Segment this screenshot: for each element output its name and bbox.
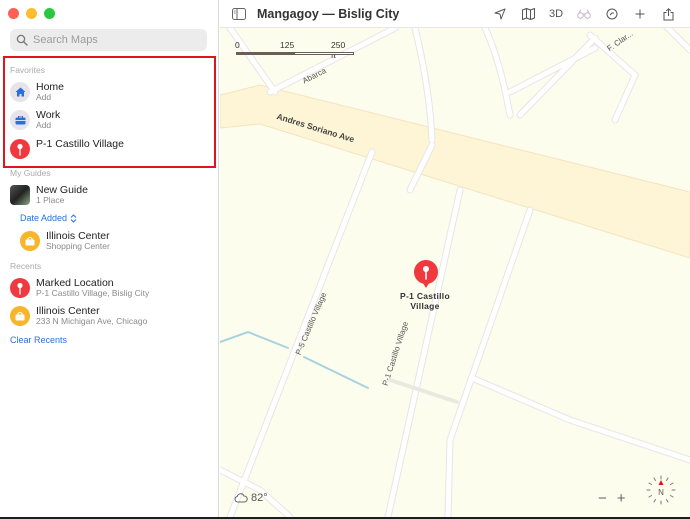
- search-icon: [16, 34, 28, 46]
- guide-thumbnail: [10, 185, 30, 205]
- weather-indicator: 82°: [234, 492, 268, 504]
- favorite-title: P-1 Castillo Village: [36, 138, 124, 150]
- minimize-button[interactable]: [26, 8, 37, 19]
- my-guides-label: My Guides: [10, 168, 51, 178]
- favorite-item-work[interactable]: Work Add: [10, 109, 60, 131]
- scale-label-250: 250 ft: [331, 40, 346, 60]
- map-toolbar: Mangagoy — Bislig City 3D: [220, 0, 690, 28]
- map-icon: [521, 8, 535, 20]
- zoom-button[interactable]: [44, 8, 55, 19]
- location-arrow-icon: [494, 8, 506, 20]
- 3d-label: 3D: [548, 8, 564, 20]
- favorite-subtitle: Add: [36, 92, 52, 103]
- map-canvas[interactable]: Abarca Andres Soriano Ave P-5 Castillo V…: [220, 0, 690, 517]
- guide-item-new-guide[interactable]: New Guide 1 Place: [10, 184, 88, 206]
- toolbar-tools: 3D: [486, 0, 682, 28]
- binoculars-icon: [577, 9, 591, 19]
- weather-temperature: 82°: [251, 492, 268, 504]
- sidebar: Favorites Home Add Work Add: [0, 0, 219, 517]
- sidebar-toggle-button[interactable]: [232, 7, 246, 20]
- shopping-bag-icon: [20, 231, 40, 251]
- shopping-bag-icon: [10, 306, 30, 326]
- search-input[interactable]: [33, 34, 203, 46]
- recent-subtitle: 233 N Michigan Ave, Chicago: [36, 316, 148, 327]
- guide-place-illinois-center[interactable]: Illinois Center Shopping Center: [20, 230, 110, 252]
- scale-bar: [236, 52, 354, 55]
- sort-date-added-button[interactable]: Date Added: [20, 213, 77, 223]
- guide-subtitle: 1 Place: [36, 195, 65, 206]
- share-button[interactable]: [654, 4, 682, 24]
- pin-icon: [10, 278, 30, 298]
- map-roads: [220, 16, 690, 517]
- chevron-up-down-icon: [70, 213, 77, 223]
- window-title: Mangagoy — Bislig City: [257, 6, 400, 21]
- clock-icon: [606, 8, 618, 20]
- close-button[interactable]: [8, 8, 19, 19]
- pin-label-line2: Village: [410, 300, 440, 311]
- pin-label: P-1 Castillo Village: [388, 291, 462, 312]
- cloud-icon: [234, 493, 248, 503]
- compass-north-label: N: [658, 488, 664, 497]
- clear-recents-button[interactable]: Clear Recents: [10, 335, 67, 345]
- plus-icon: [635, 9, 645, 19]
- recent-subtitle: P-1 Castillo Village, Bislig City: [36, 288, 150, 299]
- favorite-item-p1-castillo[interactable]: P-1 Castillo Village: [10, 138, 124, 159]
- current-location-button[interactable]: [486, 4, 514, 24]
- look-around-button[interactable]: [570, 4, 598, 24]
- place-subtitle: Shopping Center: [46, 241, 110, 252]
- briefcase-icon: [10, 110, 30, 130]
- share-icon: [663, 7, 673, 20]
- 3d-button[interactable]: 3D: [542, 4, 570, 24]
- window-controls: [8, 8, 55, 19]
- scale-label-125: 125: [280, 40, 295, 50]
- map-mode-button[interactable]: [514, 4, 542, 24]
- zoom-in-button[interactable]: +: [617, 490, 626, 507]
- pin-icon: [10, 139, 30, 159]
- favorites-label: Favorites: [10, 65, 45, 75]
- zoom-out-button[interactable]: −: [598, 490, 607, 507]
- compass-icon: N: [646, 475, 676, 505]
- maps-window: Favorites Home Add Work Add: [0, 0, 690, 517]
- sidebar-icon: [232, 7, 246, 20]
- add-button[interactable]: [626, 4, 654, 24]
- zoom-controls: − +: [598, 490, 626, 507]
- recents-label: Recents: [10, 261, 42, 271]
- recent-item-marked-location[interactable]: Marked Location P-1 Castillo Village, Bi…: [10, 277, 149, 299]
- recent-item-illinois-center[interactable]: Illinois Center 233 N Michigan Ave, Chic…: [10, 305, 147, 327]
- pin-icon: [413, 260, 438, 288]
- sort-label: Date Added: [20, 213, 68, 223]
- compass-button[interactable]: N: [645, 474, 677, 506]
- house-icon: [10, 82, 30, 102]
- favorite-item-home[interactable]: Home Add: [10, 81, 64, 103]
- favorite-subtitle: Add: [36, 120, 52, 131]
- search-field[interactable]: [10, 29, 207, 51]
- tracking-button[interactable]: [598, 4, 626, 24]
- scale-label-0: 0: [235, 40, 240, 50]
